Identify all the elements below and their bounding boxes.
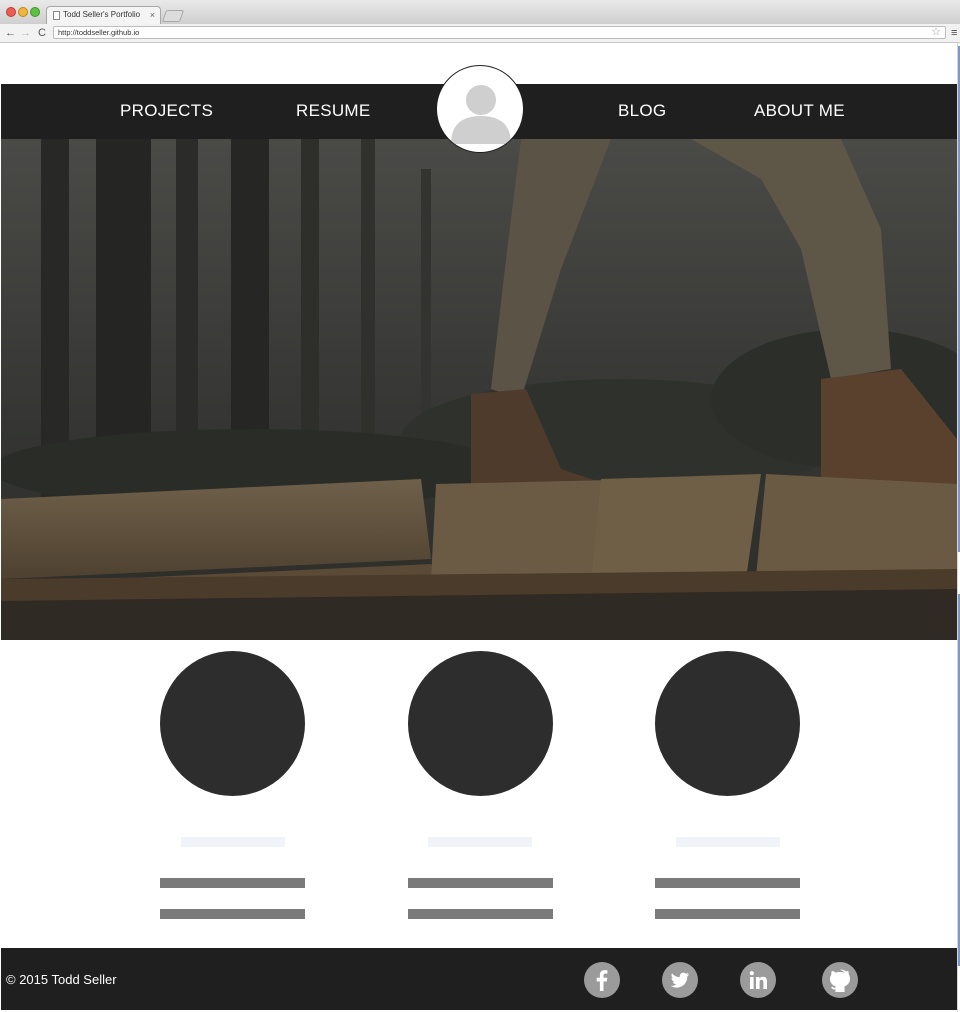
tab-title: Todd Seller's Portfolio bbox=[63, 10, 141, 19]
feature-text-placeholder bbox=[408, 878, 553, 888]
hiker-boardwalk-image bbox=[1, 139, 957, 640]
feature-text-placeholder bbox=[160, 878, 305, 888]
browser-tab[interactable]: Todd Seller's Portfolio × bbox=[46, 6, 161, 24]
copyright-text: © 2015 Todd Seller bbox=[6, 972, 117, 987]
bookmark-star-icon[interactable]: ☆ bbox=[931, 26, 941, 38]
feature-circle bbox=[160, 651, 305, 796]
feature-text-placeholder bbox=[408, 909, 553, 919]
address-bar[interactable]: http://toddseller.github.io ☆ bbox=[53, 26, 946, 39]
nav-link-resume[interactable]: RESUME bbox=[296, 101, 371, 121]
feature-circle bbox=[408, 651, 553, 796]
close-window-button[interactable] bbox=[6, 7, 16, 17]
hero-image bbox=[1, 139, 957, 640]
zoom-window-button[interactable] bbox=[30, 7, 40, 17]
feature-text-placeholder bbox=[655, 909, 800, 919]
tab-close-icon[interactable]: × bbox=[150, 10, 155, 20]
linkedin-icon[interactable] bbox=[740, 962, 776, 998]
url-text[interactable]: http://toddseller.github.io bbox=[58, 28, 139, 37]
feature-circle bbox=[655, 651, 800, 796]
nav-link-projects[interactable]: PROJECTS bbox=[120, 101, 213, 121]
nav-link-blog[interactable]: BLOG bbox=[618, 101, 666, 121]
feature-text-placeholder bbox=[655, 878, 800, 888]
back-arrow-icon[interactable]: ← bbox=[5, 26, 16, 40]
feature-title-placeholder bbox=[428, 837, 532, 847]
browser-tab-strip: Todd Seller's Portfolio × bbox=[0, 0, 960, 25]
browser-toolbar: ← → C http://toddseller.github.io ☆ ≡ bbox=[0, 24, 960, 43]
nav-link-about-me[interactable]: ABOUT ME bbox=[754, 101, 845, 121]
page-icon bbox=[53, 11, 60, 20]
twitter-icon[interactable] bbox=[662, 962, 698, 998]
facebook-icon[interactable] bbox=[584, 962, 620, 998]
avatar[interactable] bbox=[436, 65, 524, 153]
minimize-window-button[interactable] bbox=[18, 7, 28, 17]
feature-title-placeholder bbox=[676, 837, 780, 847]
feature-text-placeholder bbox=[160, 909, 305, 919]
site-footer: © 2015 Todd Seller bbox=[1, 948, 957, 1010]
feature-title-placeholder bbox=[181, 837, 285, 847]
reload-icon[interactable]: C bbox=[38, 26, 46, 40]
user-silhouette-icon bbox=[451, 85, 511, 144]
new-tab-button[interactable] bbox=[161, 10, 185, 22]
browser-menu-icon[interactable]: ≡ bbox=[951, 26, 957, 40]
forward-arrow-icon[interactable]: → bbox=[20, 26, 31, 40]
github-icon[interactable] bbox=[822, 962, 858, 998]
